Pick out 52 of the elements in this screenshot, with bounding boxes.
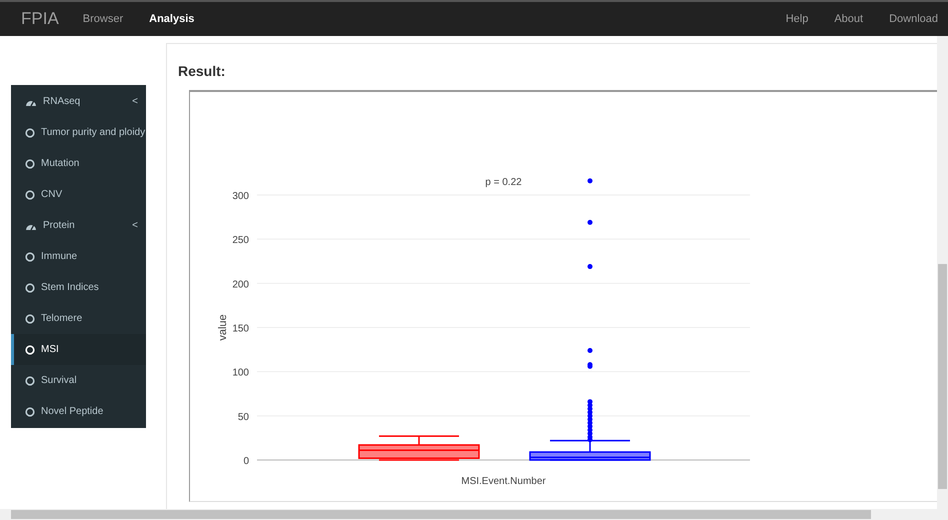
x-axis-label: MSI.Event.Number <box>461 476 546 487</box>
circle-icon <box>25 344 35 354</box>
sidebar-item-label: Stem Indices <box>41 281 100 295</box>
sidebar-item[interactable]: Survival <box>11 365 146 396</box>
y-tick-label: 200 <box>232 279 249 290</box>
nav-link[interactable]: About <box>834 10 864 28</box>
sidebar-item-label: Telomere <box>41 312 84 326</box>
result-heading: Result: <box>178 62 226 81</box>
collapse-toggle[interactable]: < <box>132 218 138 233</box>
y-tick-label: 0 <box>243 456 249 467</box>
y-tick-label: 100 <box>232 368 249 379</box>
y-tick-label: 300 <box>232 191 249 202</box>
sidebar-item[interactable]: Mutation <box>11 148 146 179</box>
sidebar-item[interactable]: Novel Peptide <box>11 396 146 427</box>
sidebar-item[interactable]: Tumor purity and ploidy <box>11 117 146 148</box>
nav-link[interactable]: Download <box>889 10 938 28</box>
sidebar-item[interactable]: Immune <box>11 241 146 272</box>
sidebar-item-label: Protein <box>43 219 76 233</box>
vertical-scrollbar[interactable] <box>937 36 948 509</box>
brand-link[interactable]: FPIA <box>21 6 59 32</box>
circle-icon <box>25 314 35 324</box>
circle-icon <box>25 376 35 386</box>
circle-icon <box>25 282 35 292</box>
sidebar-item-label: Survival <box>41 374 78 388</box>
horizontal-scrollbar[interactable] <box>0 509 948 520</box>
nav-link[interactable]: Help <box>786 10 808 28</box>
y-axis-label: value <box>217 314 229 341</box>
circle-icon <box>25 128 35 138</box>
sidebar-item-label: RNAseq <box>43 95 82 109</box>
collapse-toggle[interactable]: < <box>132 94 138 109</box>
y-tick-label: 50 <box>238 412 249 423</box>
sidebar-item-label: MSI <box>41 343 60 357</box>
sidebar-item-label: CNV <box>41 188 64 202</box>
nav-link[interactable]: Analysis <box>149 10 194 28</box>
circle-icon <box>25 190 35 200</box>
sidebar-item[interactable]: Protein < <box>11 210 146 241</box>
sidebar-item-label: Novel Peptide <box>41 405 104 419</box>
sidebar-item[interactable]: CNV <box>11 179 146 210</box>
y-tick-label: 150 <box>232 324 249 334</box>
sidebar-item[interactable]: Stem Indices <box>11 272 146 303</box>
circle-icon <box>25 252 35 262</box>
sidebar-item-label: Tumor purity and ploidy <box>41 126 146 140</box>
sidebar-item-label: Mutation <box>41 157 80 171</box>
nav-link[interactable]: Browser <box>82 10 124 28</box>
circle-icon <box>25 158 35 168</box>
sidebar-item[interactable]: RNAseq < <box>11 86 146 117</box>
sidebar-item[interactable]: Telomere <box>11 303 146 334</box>
sidebar-item-label: Immune <box>41 250 78 264</box>
sidebar-item[interactable]: MSI <box>11 334 146 365</box>
circle-icon <box>25 406 35 416</box>
y-tick-label: 250 <box>232 235 249 246</box>
p-value-annotation: p = 0.22 <box>485 176 522 188</box>
